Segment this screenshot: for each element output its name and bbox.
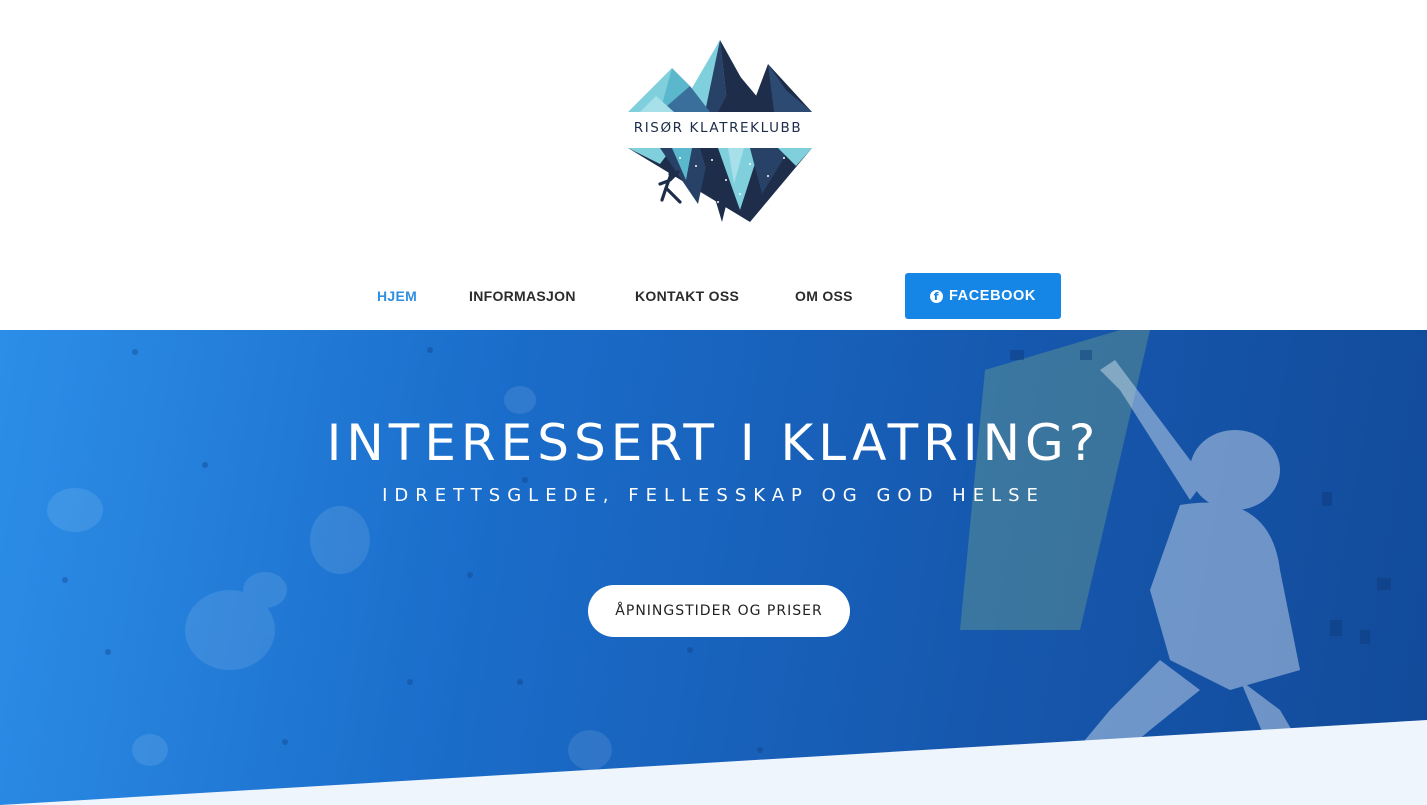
nav-item-hjem[interactable]: HJEM — [377, 288, 417, 304]
logo-wordmark: RISØR KLATREKLUBB — [633, 120, 803, 136]
hero-title: INTERESSERT I KLATRING? — [326, 414, 1101, 472]
facebook-button[interactable]: f FACEBOOK — [905, 273, 1061, 319]
site-logo[interactable]: RISØR KLATREKLUBB — [600, 34, 836, 228]
opening-hours-prices-button[interactable]: ÅPNINGSTIDER OG PRISER — [588, 585, 850, 637]
nav-item-informasjon[interactable]: INFORMASJON — [469, 288, 576, 304]
site-header: RISØR KLATREKLUBB — [0, 0, 1427, 262]
section-divider-slant — [0, 720, 1427, 805]
nav-item-om-oss[interactable]: OM OSS — [795, 288, 853, 304]
hero-section: INTERESSERT I KLATRING? IDRETTSGLEDE, FE… — [0, 330, 1427, 805]
main-navigation: HJEM INFORMASJON KONTAKT OSS OM OSS f FA… — [0, 262, 1427, 330]
facebook-button-label: FACEBOOK — [949, 288, 1036, 304]
facebook-icon: f — [930, 289, 943, 303]
nav-item-kontakt-oss[interactable]: KONTAKT OSS — [635, 288, 739, 304]
hero-subtitle: IDRETTSGLEDE, FELLESSKAP OG GOD HELSE — [382, 485, 1045, 506]
